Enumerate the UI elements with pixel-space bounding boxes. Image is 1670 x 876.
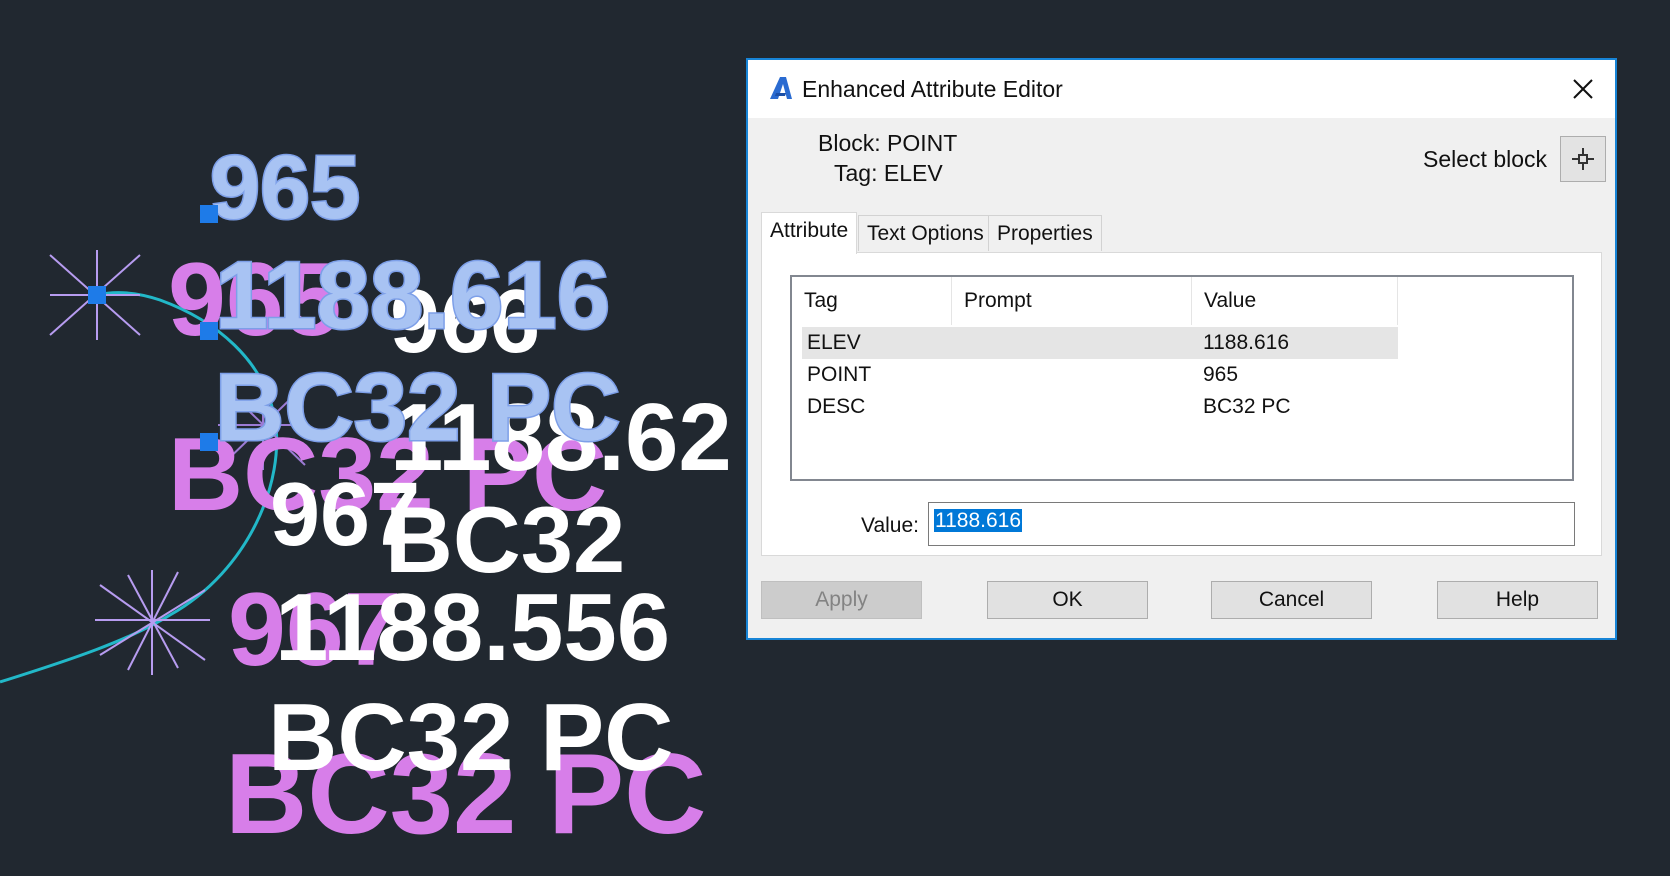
close-icon <box>1573 79 1593 99</box>
grip-bc32pc[interactable] <box>200 433 218 451</box>
value-label: Value: <box>861 514 919 537</box>
grip-965[interactable] <box>200 205 218 223</box>
column-header-prompt[interactable]: Prompt <box>952 277 1192 325</box>
tab-attribute[interactable]: Attribute <box>761 212 858 254</box>
cad-text-1188616-selected[interactable]: 1188.616 <box>214 241 612 351</box>
row-value: 965 <box>1203 363 1239 386</box>
cad-text-1188556-white[interactable]: 1188.556 <box>275 574 670 681</box>
list-row-elev[interactable]: ELEV 1188.616 <box>802 327 1398 359</box>
crosshair-pick-icon <box>1572 148 1594 170</box>
cad-text-965-selected[interactable]: 965 <box>209 137 362 240</box>
dialog-title: Enhanced Attribute Editor <box>802 76 1063 102</box>
help-button[interactable]: Help <box>1437 581 1598 619</box>
column-header-value[interactable]: Value <box>1192 277 1398 325</box>
list-row-point[interactable]: POINT 965 <box>802 359 1398 391</box>
autocad-a-icon <box>770 77 792 99</box>
value-selected-text: 1188.616 <box>934 509 1023 532</box>
grip-insertion-point[interactable] <box>88 286 106 304</box>
point-marker-967[interactable] <box>95 570 210 675</box>
list-row-desc[interactable]: DESC BC32 PC <box>802 391 1398 423</box>
enhanced-attribute-editor-dialog: Enhanced Attribute Editor Block: POINT T… <box>746 58 1617 640</box>
column-header-tag[interactable]: Tag <box>792 277 952 325</box>
grip-1188616[interactable] <box>200 322 218 340</box>
select-block-button[interactable] <box>1560 136 1606 182</box>
select-block-label: Select block <box>1423 146 1548 172</box>
tag-label: Tag: ELEV <box>834 160 943 186</box>
row-tag: ELEV <box>807 331 861 354</box>
row-tag: POINT <box>807 363 872 386</box>
tag-value: ELEV <box>883 160 943 186</box>
cad-text-bc32pc-white[interactable]: BC32 PC <box>268 684 673 791</box>
ok-button[interactable]: OK <box>987 581 1148 619</box>
row-tag: DESC <box>807 395 866 418</box>
tab-properties[interactable]: Properties <box>988 215 1102 251</box>
row-value: 1188.616 <box>1203 331 1290 354</box>
value-input[interactable]: 1188.616 <box>928 502 1575 546</box>
cad-text-bc32pc-selected[interactable]: BC32 PC <box>214 353 622 463</box>
block-label: Block: POINT <box>818 130 958 156</box>
apply-button[interactable]: Apply <box>761 581 922 619</box>
dialog-titlebar[interactable]: Enhanced Attribute Editor <box>748 60 1615 118</box>
close-button[interactable] <box>1551 60 1615 118</box>
attribute-list[interactable]: Tag Prompt Value ELEV 1188.616 POINT 965… <box>790 275 1574 481</box>
cancel-button[interactable]: Cancel <box>1211 581 1372 619</box>
row-value: BC32 PC <box>1203 395 1291 418</box>
tab-text-options[interactable]: Text Options <box>858 215 993 251</box>
block-value: POINT <box>887 130 958 156</box>
